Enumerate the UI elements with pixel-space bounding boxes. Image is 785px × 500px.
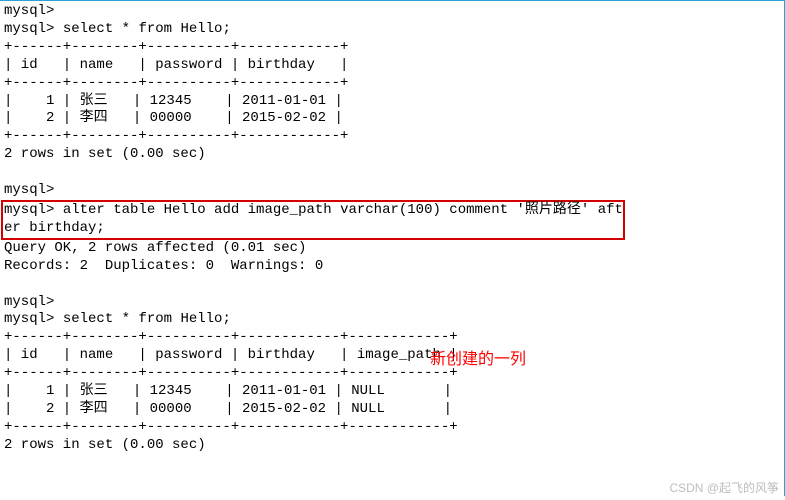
prompt: mysql> — [4, 182, 54, 198]
table1-header: | id | name | password | birthday | — [4, 57, 348, 73]
annotation-new-column: 新创建的一列 — [430, 345, 526, 369]
query-alter: alter table Hello add image_path varchar… — [4, 202, 623, 236]
table2-row: | 2 | 李四 | 00000 | 2015-02-02 | NULL | — [4, 401, 452, 417]
watermark: CSDN @起飞的风筝 — [669, 479, 779, 496]
prompt: mysql> — [4, 202, 54, 218]
table2-summary: 2 rows in set (0.00 sec) — [4, 437, 206, 453]
prompt: mysql> — [4, 3, 54, 19]
prompt: mysql> — [4, 311, 54, 327]
prompt: mysql> — [4, 294, 54, 310]
table1-summary: 2 rows in set (0.00 sec) — [4, 146, 206, 162]
table1-border: +------+--------+----------+------------… — [4, 39, 348, 55]
table2-border: +------+--------+----------+------------… — [4, 329, 458, 345]
table1-border: +------+--------+----------+------------… — [4, 75, 348, 91]
alter-result-line2: Records: 2 Duplicates: 0 Warnings: 0 — [4, 258, 323, 274]
table1-row: | 1 | 张三 | 12345 | 2011-01-01 | — [4, 93, 343, 109]
table2-border: +------+--------+----------+------------… — [4, 365, 458, 381]
table2-border: +------+--------+----------+------------… — [4, 419, 458, 435]
query-select2: select * from Hello; — [63, 311, 231, 327]
prompt: mysql> — [4, 21, 54, 37]
query-select1: select * from Hello; — [63, 21, 231, 37]
highlighted-alter-statement: mysql> alter table Hello add image_path … — [1, 200, 625, 240]
table2-header: | id | name | password | birthday | imag… — [4, 347, 458, 363]
table2-row: | 1 | 张三 | 12345 | 2011-01-01 | NULL | — [4, 383, 452, 399]
mysql-terminal[interactable]: mysql> mysql> select * from Hello; +----… — [0, 0, 785, 496]
table1-row: | 2 | 李四 | 00000 | 2015-02-02 | — [4, 110, 343, 126]
table1-border: +------+--------+----------+------------… — [4, 128, 348, 144]
alter-result-line1: Query OK, 2 rows affected (0.01 sec) — [4, 240, 306, 256]
